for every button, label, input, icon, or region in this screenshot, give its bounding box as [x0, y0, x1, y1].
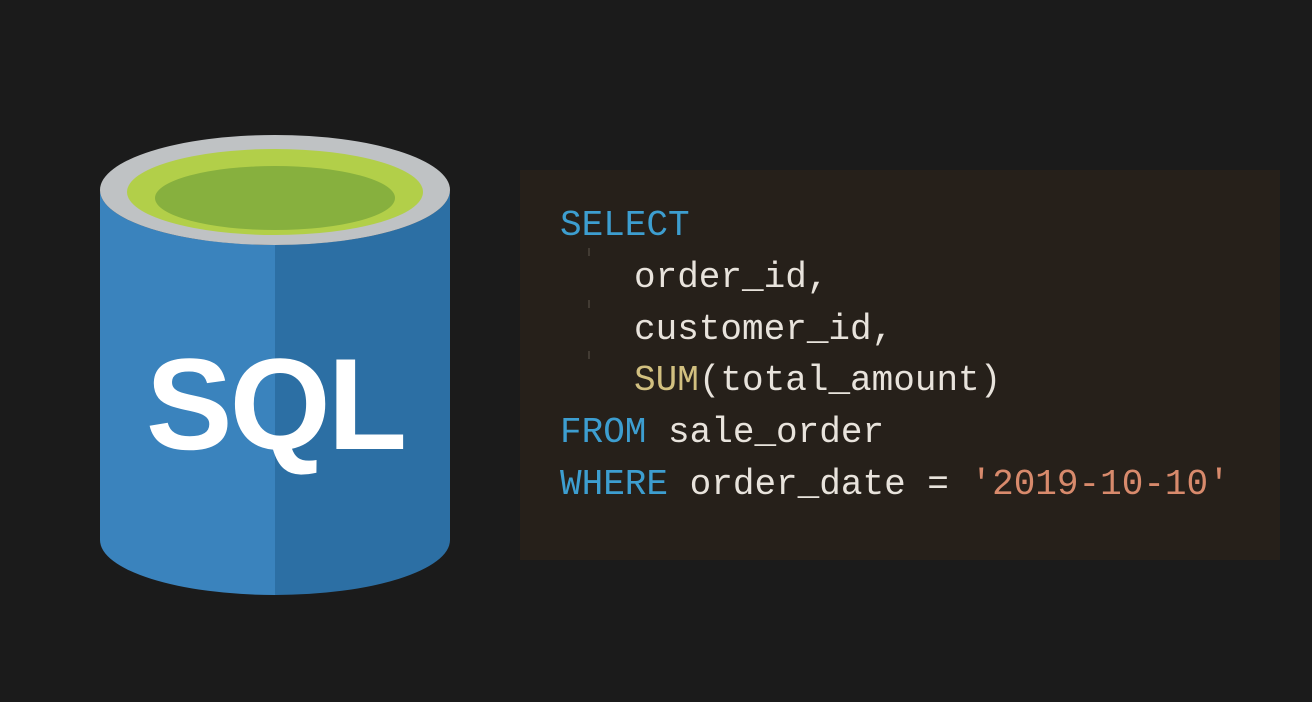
- code-line: order_id,: [560, 252, 1260, 304]
- code-line: WHERE order_date = '2019-10-10': [560, 459, 1260, 511]
- keyword-where: WHERE: [560, 459, 668, 511]
- column-total-amount: total_amount: [720, 355, 979, 407]
- sql-database-icon: SQL: [90, 120, 460, 610]
- column-order-id: order_id,: [634, 252, 828, 304]
- keyword-from: FROM: [560, 407, 646, 459]
- space: [949, 459, 971, 511]
- column-customer-id: customer_id,: [634, 304, 893, 356]
- operator-equals: =: [927, 459, 949, 511]
- code-line: FROM sale_order: [560, 407, 1260, 459]
- sql-logo-label: SQL: [146, 339, 404, 469]
- string-literal-date: '2019-10-10': [971, 459, 1230, 511]
- function-sum: SUM: [634, 355, 699, 407]
- code-line: SELECT: [560, 200, 1260, 252]
- keyword-select: SELECT: [560, 200, 690, 252]
- code-line: SUM(total_amount): [560, 355, 1260, 407]
- paren-close: ): [980, 355, 1002, 407]
- sql-code-editor: SELECT order_id, customer_id, SUM(total_…: [520, 170, 1280, 560]
- paren-open: (: [699, 355, 721, 407]
- code-line: customer_id,: [560, 304, 1260, 356]
- table-sale-order: sale_order: [646, 407, 884, 459]
- column-order-date: order_date: [668, 459, 927, 511]
